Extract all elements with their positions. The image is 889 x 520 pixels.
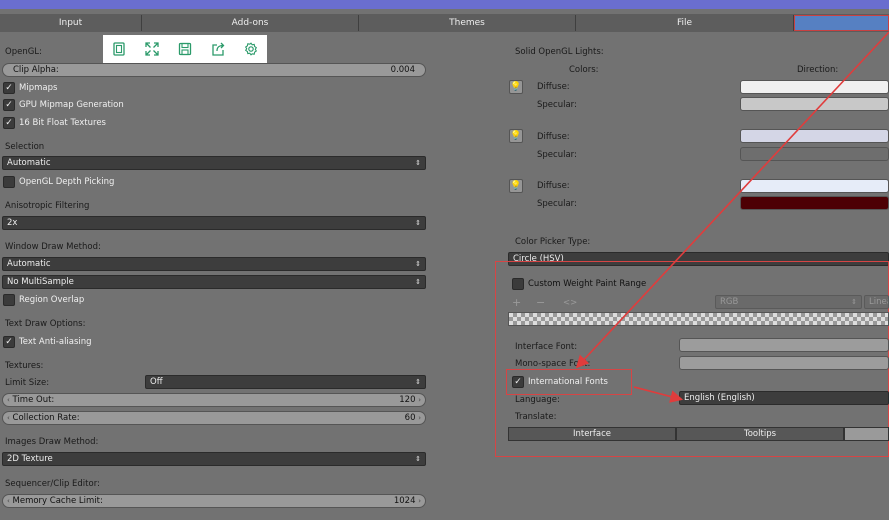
annotation-arrow-diagonal [575, 31, 889, 369]
annotation-arrow-language [633, 386, 684, 403]
annotation-arrows [575, 31, 889, 403]
